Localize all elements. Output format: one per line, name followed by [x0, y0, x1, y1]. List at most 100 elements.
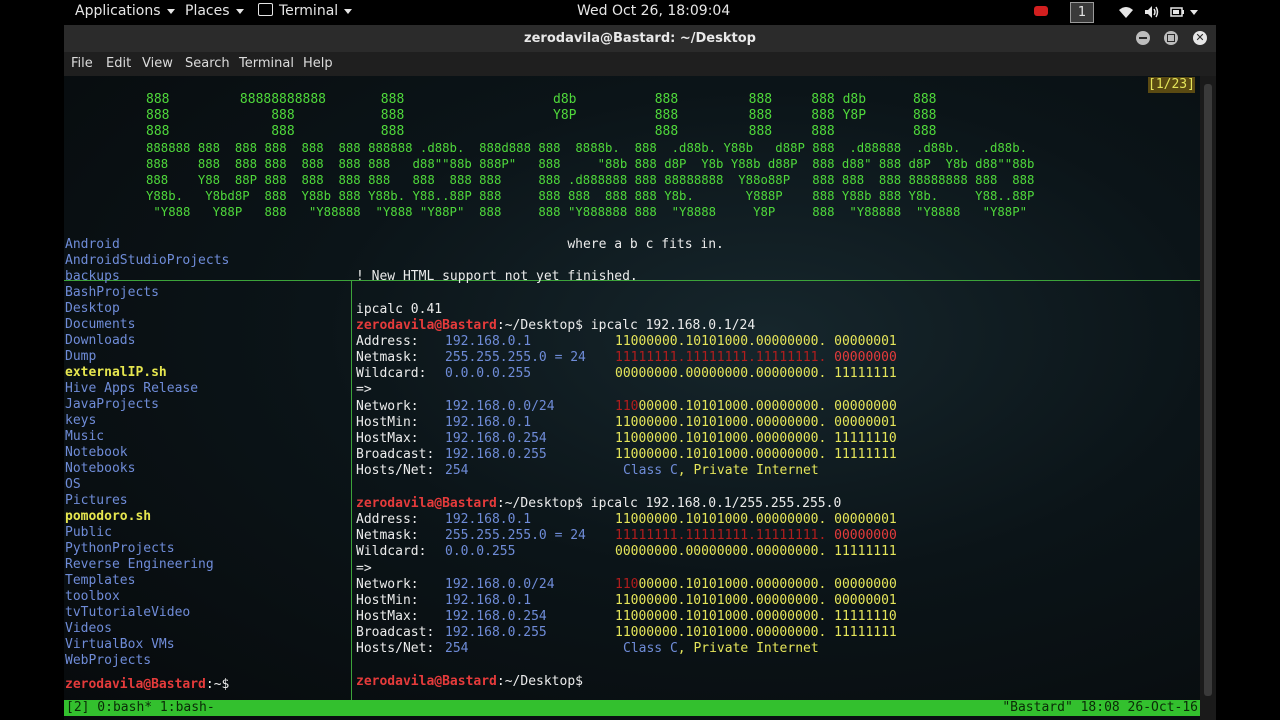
list-item: backups	[65, 269, 120, 284]
terminal-app-menu[interactable]: Terminal	[258, 3, 353, 19]
address-value: 192.168.0.1	[445, 334, 532, 349]
list-item: Templates	[65, 573, 136, 588]
close-icon[interactable]: ✕	[1193, 31, 1207, 45]
output-line: ! New HTML support not yet finished.	[356, 269, 638, 284]
scrollbar[interactable]	[1200, 76, 1216, 720]
list-item: Notebook	[65, 445, 128, 460]
list-item: Reverse Engineering	[65, 557, 214, 572]
window-titlebar[interactable]: zerodavila@Bastard: ~/Desktop ✕	[64, 25, 1216, 52]
list-item: keys	[65, 413, 97, 428]
wildcard-bits: 00000000.00000000.00000000. 11111111	[615, 366, 897, 381]
arrow: =>	[356, 561, 372, 576]
hostmin-bits: 11000000.10101000.00000000. 00000001	[615, 415, 897, 430]
chevron-down-icon	[166, 8, 175, 14]
pane-divider-vertical[interactable]	[351, 281, 352, 701]
workspace-indicator[interactable]: 1	[1070, 2, 1094, 23]
menu-edit[interactable]: Edit	[106, 56, 131, 71]
maximize-icon[interactable]	[1164, 31, 1178, 45]
menu-bar: File Edit View Search Terminal Help	[64, 52, 1216, 76]
network-value: 192.168.0.0/24	[445, 399, 555, 414]
hostmax-label: HostMax:	[356, 609, 419, 624]
list-item: Pictures	[65, 493, 128, 508]
wildcard-bits: 00000000.00000000.00000000. 11111111	[615, 544, 897, 559]
clock[interactable]: Wed Oct 26, 18:09:04	[577, 3, 730, 19]
hostmin-label: HostMin:	[356, 415, 419, 430]
banner-line: 888 888 888 888 888 888 888 d88""88b 888…	[146, 157, 1035, 171]
banner-line: 888 888 888 Y8P 888 888 888 Y8P 888	[146, 108, 937, 123]
network-label: Network:	[356, 577, 419, 592]
list-item: AndroidStudioProjects	[65, 253, 230, 268]
volume-icon[interactable]	[1144, 5, 1160, 19]
hosts-class: Class C, Private Internet	[623, 463, 819, 478]
places-menu[interactable]: Places	[185, 3, 244, 19]
tmux-status-bar: [2] 0:bash* 1:bash- "Bastard" 18:08 26-O…	[64, 700, 1200, 716]
menu-view[interactable]: View	[142, 56, 173, 71]
network-bits: 11000000.10101000.00000000. 00000000	[615, 577, 897, 592]
banner-line: 888 888 888 888 888 888 888	[146, 124, 937, 139]
list-item: PythonProjects	[65, 541, 175, 556]
list-item: Hive Apps Release	[65, 381, 199, 396]
banner-line: 888 88888888888 888 d8b 888 888 888 d8b …	[146, 92, 937, 107]
broadcast-bits: 11000000.10101000.00000000. 11111111	[615, 625, 897, 640]
hostmin-value: 192.168.0.1	[445, 415, 532, 430]
battery-icon[interactable]	[1170, 6, 1186, 18]
broadcast-value: 192.168.0.255	[445, 447, 547, 462]
netmask-label: Netmask:	[356, 350, 419, 365]
address-label: Address:	[356, 334, 419, 349]
chevron-down-icon	[344, 8, 353, 14]
menu-terminal[interactable]: Terminal	[239, 56, 294, 71]
left-prompt: zerodavila@Bastard:~$	[65, 677, 230, 692]
hosts-label: Hosts/Net:	[356, 463, 435, 478]
applications-menu[interactable]: Applications	[75, 3, 175, 19]
network-value: 192.168.0.0/24	[445, 577, 555, 592]
wildcard-label: Wildcard:	[356, 544, 427, 559]
list-item: toolbox	[65, 589, 120, 604]
system-menu-chevron-icon[interactable]	[1190, 10, 1198, 15]
terminal-area[interactable]: [1/23] 888 88888888888 888 d8b 888 888 8…	[64, 76, 1200, 720]
hostmin-value: 192.168.0.1	[445, 593, 532, 608]
menu-search[interactable]: Search	[185, 56, 230, 71]
wildcard-value: 0.0.0.0.255	[445, 366, 532, 381]
banner-counter: [1/23]	[1148, 77, 1195, 93]
hostmax-value: 192.168.0.254	[445, 431, 547, 446]
ipcalc-version: ipcalc 0.41	[356, 302, 443, 317]
hosts-value: 254	[445, 641, 469, 656]
terminal-window: zerodavila@Bastard: ~/Desktop ✕ File Edi…	[64, 25, 1216, 720]
hostmax-label: HostMax:	[356, 431, 419, 446]
netmask-bits: 11111111.11111111.11111111. 00000000	[615, 528, 897, 543]
hostmax-bits: 11000000.10101000.00000000. 11111110	[615, 609, 897, 624]
list-item: Public	[65, 525, 112, 540]
recording-indicator-icon	[1034, 6, 1048, 16]
wildcard-label: Wildcard:	[356, 366, 427, 381]
netmask-value: 255.255.255.0 = 24	[445, 350, 586, 365]
list-item: WebProjects	[65, 653, 152, 668]
list-item: Videos	[65, 621, 112, 636]
banner-line: "Y888 Y88P 888 "Y88888 "Y888 "Y88P" 888 …	[146, 205, 1027, 219]
wifi-icon[interactable]	[1118, 5, 1134, 19]
address-value: 192.168.0.1	[445, 512, 532, 527]
list-item: OS	[65, 477, 81, 492]
broadcast-value: 192.168.0.255	[445, 625, 547, 640]
address-label: Address:	[356, 512, 419, 527]
top-bar: Applications Places Terminal Wed Oct 26,…	[0, 0, 1280, 24]
command-line: zerodavila@Bastard:~/Desktop$ ipcalc 192…	[356, 318, 756, 333]
address-bits: 11000000.10101000.00000000. 00000001	[615, 334, 897, 349]
netmask-value: 255.255.255.0 = 24	[445, 528, 586, 543]
minimize-icon[interactable]	[1136, 31, 1150, 45]
menu-file[interactable]: File	[71, 56, 93, 71]
list-item: Notebooks	[65, 461, 136, 476]
menu-help[interactable]: Help	[303, 56, 333, 71]
right-prompt: zerodavila@Bastard:~/Desktop$	[356, 674, 583, 689]
list-item: BashProjects	[65, 285, 159, 300]
list-item: externalIP.sh	[65, 365, 167, 380]
hosts-value: 254	[445, 463, 469, 478]
broadcast-label: Broadcast:	[356, 447, 435, 462]
terminal-icon	[258, 3, 273, 16]
scrollbar-thumb[interactable]	[1204, 84, 1212, 696]
output-line: where a b c fits in.	[356, 237, 724, 252]
list-item: Music	[65, 429, 105, 444]
list-item: tvTutorialeVideo	[65, 605, 191, 620]
banner-line: 888 Y88 88P 888 888 888 888 888 888 888 …	[146, 173, 1035, 187]
command-line: zerodavila@Bastard:~/Desktop$ ipcalc 192…	[356, 496, 842, 511]
status-windows[interactable]: [2] 0:bash* 1:bash-	[66, 700, 215, 716]
